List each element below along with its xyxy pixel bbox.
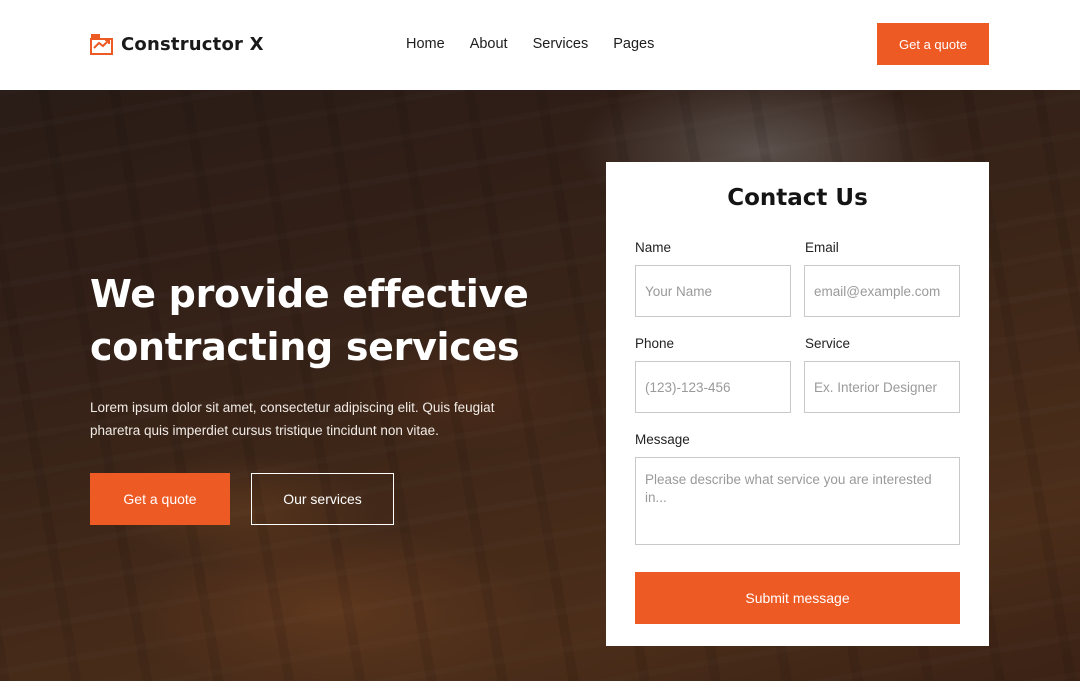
contact-form-card: Contact Us Name Email Phone Service Mess… (606, 162, 989, 646)
brand-name: Constructor X (121, 33, 264, 55)
hero-title-line-1: We provide effective (90, 272, 529, 316)
hero-get-quote-button[interactable]: Get a quote (90, 473, 230, 525)
nav-item-services[interactable]: Services (533, 36, 589, 52)
submit-message-button[interactable]: Submit message (635, 572, 960, 624)
hero-description: Lorem ipsum dolor sit amet, consectetur … (90, 400, 495, 438)
email-field[interactable] (804, 265, 960, 317)
hero-section: We provide effective contracting service… (0, 90, 1080, 681)
contact-title: Contact Us (727, 185, 868, 211)
header-get-quote-button[interactable]: Get a quote (877, 23, 989, 65)
house-chart-icon (90, 34, 113, 55)
message-label: Message (635, 432, 690, 447)
service-label: Service (805, 336, 851, 351)
name-label: Name (635, 240, 672, 255)
our-services-button[interactable]: Our services (251, 473, 394, 525)
hero-title-line-2: contracting services (90, 325, 520, 369)
site-header: Constructor X Home About Services Pages … (0, 0, 1080, 90)
message-field[interactable] (635, 457, 960, 545)
service-field[interactable] (804, 361, 960, 413)
nav-item-home[interactable]: Home (406, 36, 445, 52)
brand-logo[interactable]: Constructor X (90, 33, 264, 55)
hero-title: We provide effective contracting service… (90, 268, 560, 374)
main-nav: Home About Services Pages (406, 36, 679, 52)
phone-field[interactable] (635, 361, 791, 413)
name-field[interactable] (635, 265, 791, 317)
nav-item-pages[interactable]: Pages (613, 36, 654, 52)
phone-label: Phone (635, 336, 675, 351)
email-label: Email (805, 240, 839, 255)
nav-item-about[interactable]: About (470, 36, 508, 52)
